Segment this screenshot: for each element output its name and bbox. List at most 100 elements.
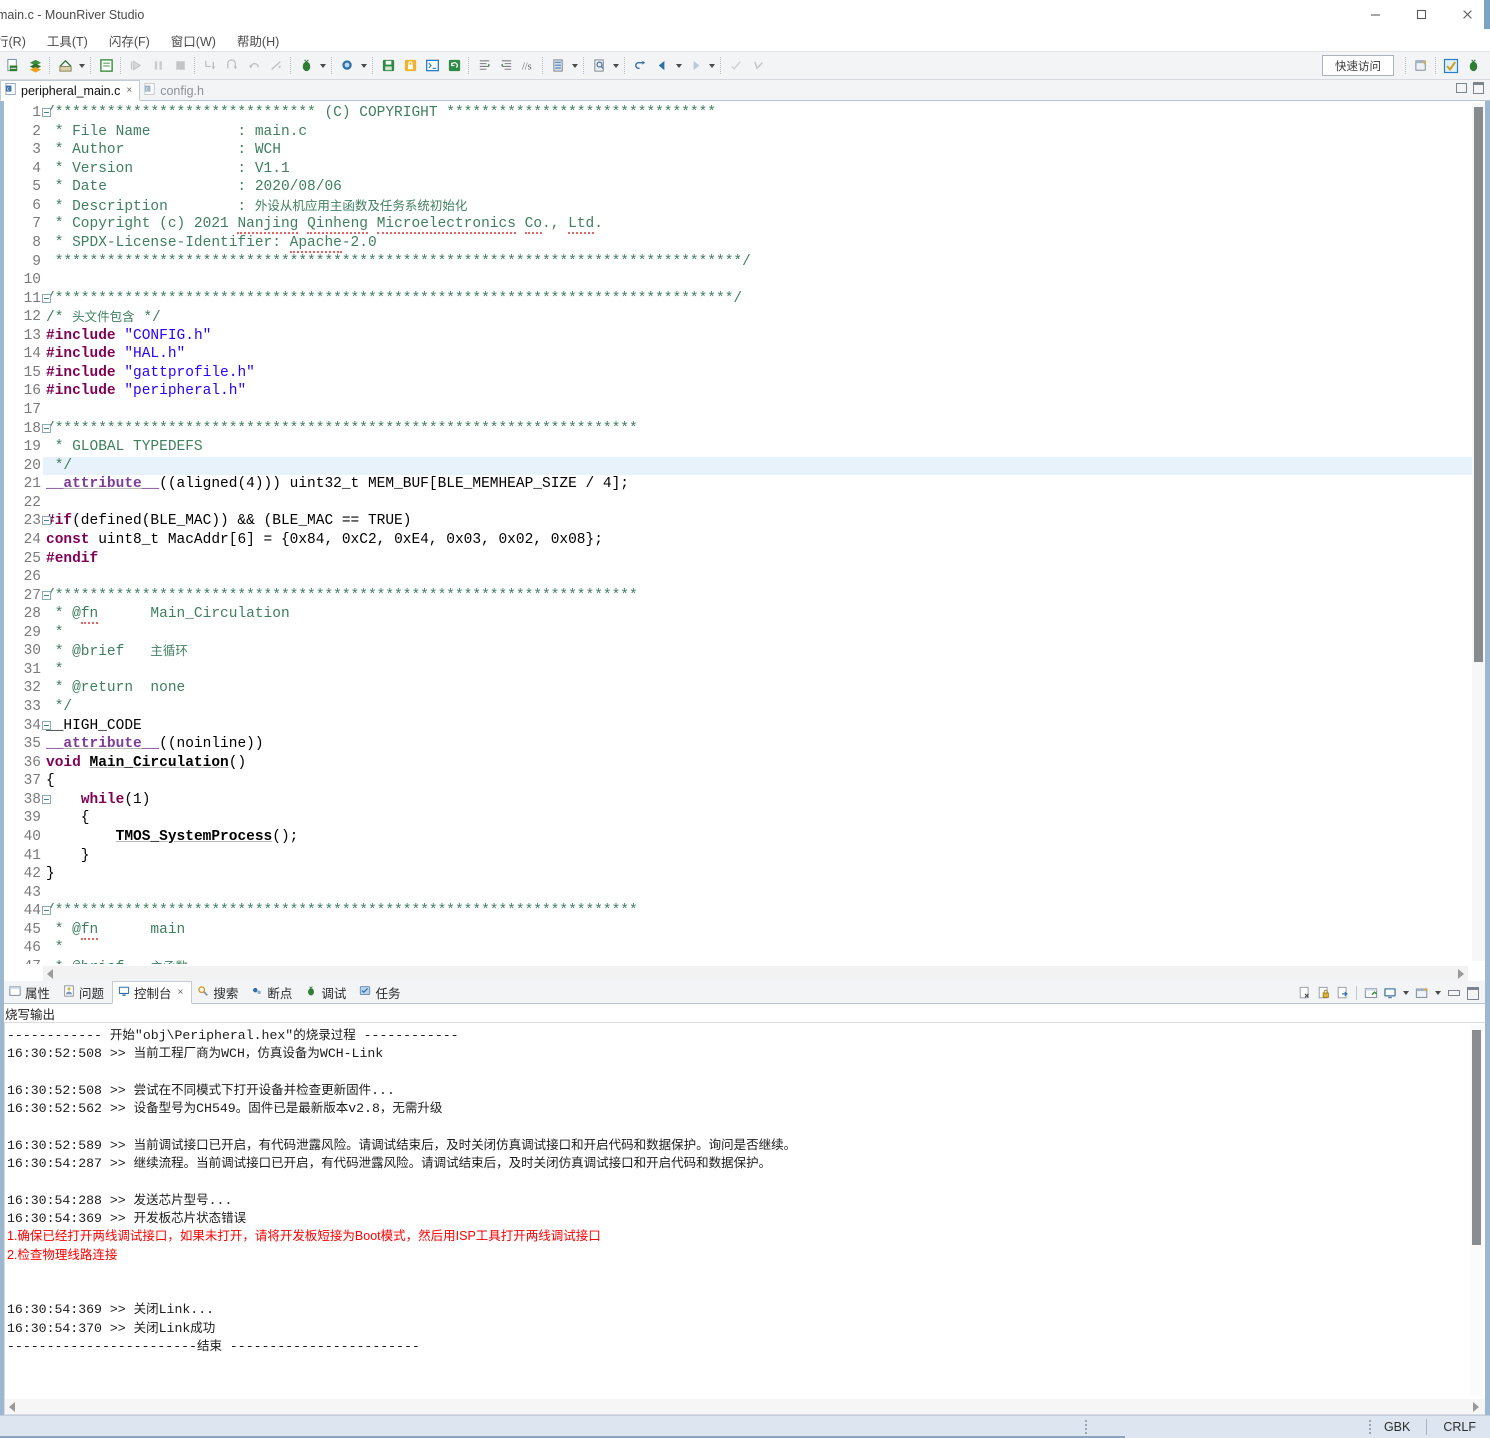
- quick-access-field[interactable]: 快速访问: [1322, 55, 1394, 76]
- open-console-dropdown-arrow[interactable]: [1432, 983, 1443, 1003]
- forward-nav-icon[interactable]: [685, 56, 705, 76]
- perspective-check-icon[interactable]: [1441, 56, 1461, 76]
- editor-vertical-scroll-thumb[interactable]: [1474, 107, 1483, 662]
- editor-tab-config-h[interactable]: c config.h: [140, 81, 211, 100]
- menu-item-help[interactable]: 帮助(H): [237, 31, 290, 50]
- status-line-ending[interactable]: CRLF: [1433, 1416, 1490, 1438]
- minimize-panel-icon[interactable]: [1456, 83, 1467, 93]
- close-icon[interactable]: ×: [178, 987, 184, 998]
- code-text-area[interactable]: /****************************** (C) COPY…: [43, 101, 1490, 964]
- console-toggle-icon[interactable]: [96, 56, 116, 76]
- tab-problems[interactable]: 问题: [58, 982, 112, 1003]
- close-icon[interactable]: ×: [126, 85, 132, 96]
- clear-console-icon[interactable]: [1296, 985, 1313, 1002]
- back-nav-icon[interactable]: [652, 56, 672, 76]
- display-dropdown-arrow[interactable]: [1400, 983, 1411, 1003]
- build-config-icon[interactable]: [548, 56, 568, 76]
- mounriver-studio-window: main.c - MounRiver Studio 行(R) 工具(T) 闪存(…: [0, 0, 1490, 1438]
- download-icon[interactable]: [378, 56, 398, 76]
- editor-tab-peripheral-main-c[interactable]: c peripheral_main.c ×: [0, 80, 140, 101]
- line-number: 6: [4, 197, 43, 216]
- perspective-debug-icon[interactable]: [1463, 56, 1483, 76]
- build-config-dropdown-arrow[interactable]: [569, 56, 580, 76]
- code-editor-body[interactable]: 1234567891011121314151617181920212223242…: [4, 101, 1490, 964]
- fold-toggle-icon[interactable]: [42, 795, 51, 804]
- back-icon[interactable]: [630, 56, 650, 76]
- run-dropdown-arrow[interactable]: [358, 56, 369, 76]
- menu-item-window[interactable]: 窗口(W): [171, 31, 227, 50]
- fold-toggle-icon[interactable]: [42, 516, 51, 525]
- lock-scroll-icon[interactable]: [1315, 985, 1332, 1002]
- fold-toggle-icon[interactable]: [42, 294, 51, 303]
- console-vertical-scroll-thumb[interactable]: [1472, 1030, 1481, 1245]
- editor-horizontal-scrollbar[interactable]: [43, 966, 1468, 981]
- scroll-right-icon[interactable]: [1473, 1402, 1479, 1412]
- export-icon[interactable]: [55, 56, 75, 76]
- line-number-gutter: 1234567891011121314151617181920212223242…: [4, 101, 43, 964]
- console-line: 16:30:52:508 >> 当前工程厂商为WCH，仿真设备为WCH-Link: [7, 1044, 1485, 1062]
- forward-nav-dropdown[interactable]: [706, 56, 717, 76]
- maximize-panel-icon[interactable]: [1473, 82, 1484, 94]
- line-number: 8: [4, 234, 43, 253]
- console-line: 16:30:52:589 >> 当前调试接口已开启，有代码泄露风险。请调试结束后…: [7, 1136, 1485, 1154]
- scroll-right-icon[interactable]: [1458, 969, 1464, 979]
- outdent-icon[interactable]: [496, 56, 516, 76]
- menu-item-flash[interactable]: 闪存(F): [109, 31, 161, 50]
- fold-toggle-icon[interactable]: [42, 721, 51, 730]
- tab-search[interactable]: 搜索: [192, 982, 246, 1003]
- search-resource-icon[interactable]: [589, 56, 609, 76]
- perspective-switcher: [1402, 52, 1484, 79]
- new-file-icon[interactable]: [3, 56, 23, 76]
- window-title: main.c - MounRiver Studio: [0, 8, 144, 22]
- console-line: [7, 1117, 1485, 1135]
- menu-item-run[interactable]: 行(R): [0, 31, 37, 50]
- comment-icon[interactable]: //s: [518, 56, 538, 76]
- toolbar-separator: [49, 57, 51, 74]
- fold-toggle-icon[interactable]: [42, 108, 51, 117]
- scroll-lock-icon[interactable]: [1334, 985, 1351, 1002]
- menu-item-tools[interactable]: 工具(T): [47, 31, 99, 50]
- scroll-left-icon[interactable]: [9, 1402, 15, 1412]
- tab-tasks[interactable]: 任务: [354, 982, 408, 1003]
- new-perspective-icon[interactable]: [1411, 56, 1431, 76]
- console-output[interactable]: ------------ 开始"obj\Peripheral.hex"的烧录过程…: [4, 1022, 1485, 1415]
- refresh-icon[interactable]: [444, 56, 464, 76]
- fold-toggle-icon[interactable]: [42, 424, 51, 433]
- debug-icon[interactable]: [296, 56, 316, 76]
- code-line: */: [43, 698, 1490, 717]
- terminal-icon[interactable]: [422, 56, 442, 76]
- fold-toggle-icon[interactable]: [42, 906, 51, 915]
- display-selected-console-icon[interactable]: [1381, 985, 1398, 1002]
- code-line: __attribute__((noinline)): [43, 735, 1490, 754]
- line-number: 42: [4, 865, 43, 884]
- line-number: 31: [4, 661, 43, 680]
- open-console-icon[interactable]: [1413, 985, 1430, 1002]
- export-dropdown-arrow[interactable]: [76, 56, 87, 76]
- minimize-icon[interactable]: [1352, 0, 1398, 29]
- show-console-icon[interactable]: [1362, 985, 1379, 1002]
- tab-properties[interactable]: 属性: [4, 982, 58, 1003]
- toolbar-separator: [120, 57, 122, 74]
- tab-console[interactable]: 控制台 ×: [112, 981, 192, 1004]
- console-vertical-scrollbar[interactable]: [1470, 1025, 1483, 1396]
- search-dropdown-arrow[interactable]: [610, 56, 621, 76]
- console-horizontal-scrollbar[interactable]: [5, 1399, 1485, 1414]
- editor-vertical-scrollbar[interactable]: [1472, 103, 1485, 961]
- fold-toggle-icon[interactable]: [42, 591, 51, 600]
- minimize-view-icon[interactable]: [1445, 985, 1462, 1002]
- editor-tab-label: config.h: [160, 84, 204, 98]
- status-encoding[interactable]: GBK: [1374, 1416, 1420, 1438]
- c-file-icon: c: [5, 83, 17, 98]
- run-icon[interactable]: [337, 56, 357, 76]
- tab-breakpoints[interactable]: 断点: [246, 982, 300, 1003]
- indent-icon[interactable]: [474, 56, 494, 76]
- maximize-icon[interactable]: [1398, 0, 1444, 29]
- scroll-left-icon[interactable]: [47, 969, 53, 979]
- tab-debug[interactable]: 调试: [300, 982, 354, 1003]
- flash-lock-icon[interactable]: [400, 56, 420, 76]
- code-line: /***************************************…: [43, 587, 1490, 606]
- build-stack-icon[interactable]: [25, 56, 45, 76]
- maximize-view-icon[interactable]: [1464, 985, 1481, 1002]
- debug-dropdown-arrow[interactable]: [317, 56, 328, 76]
- back-nav-dropdown[interactable]: [673, 56, 684, 76]
